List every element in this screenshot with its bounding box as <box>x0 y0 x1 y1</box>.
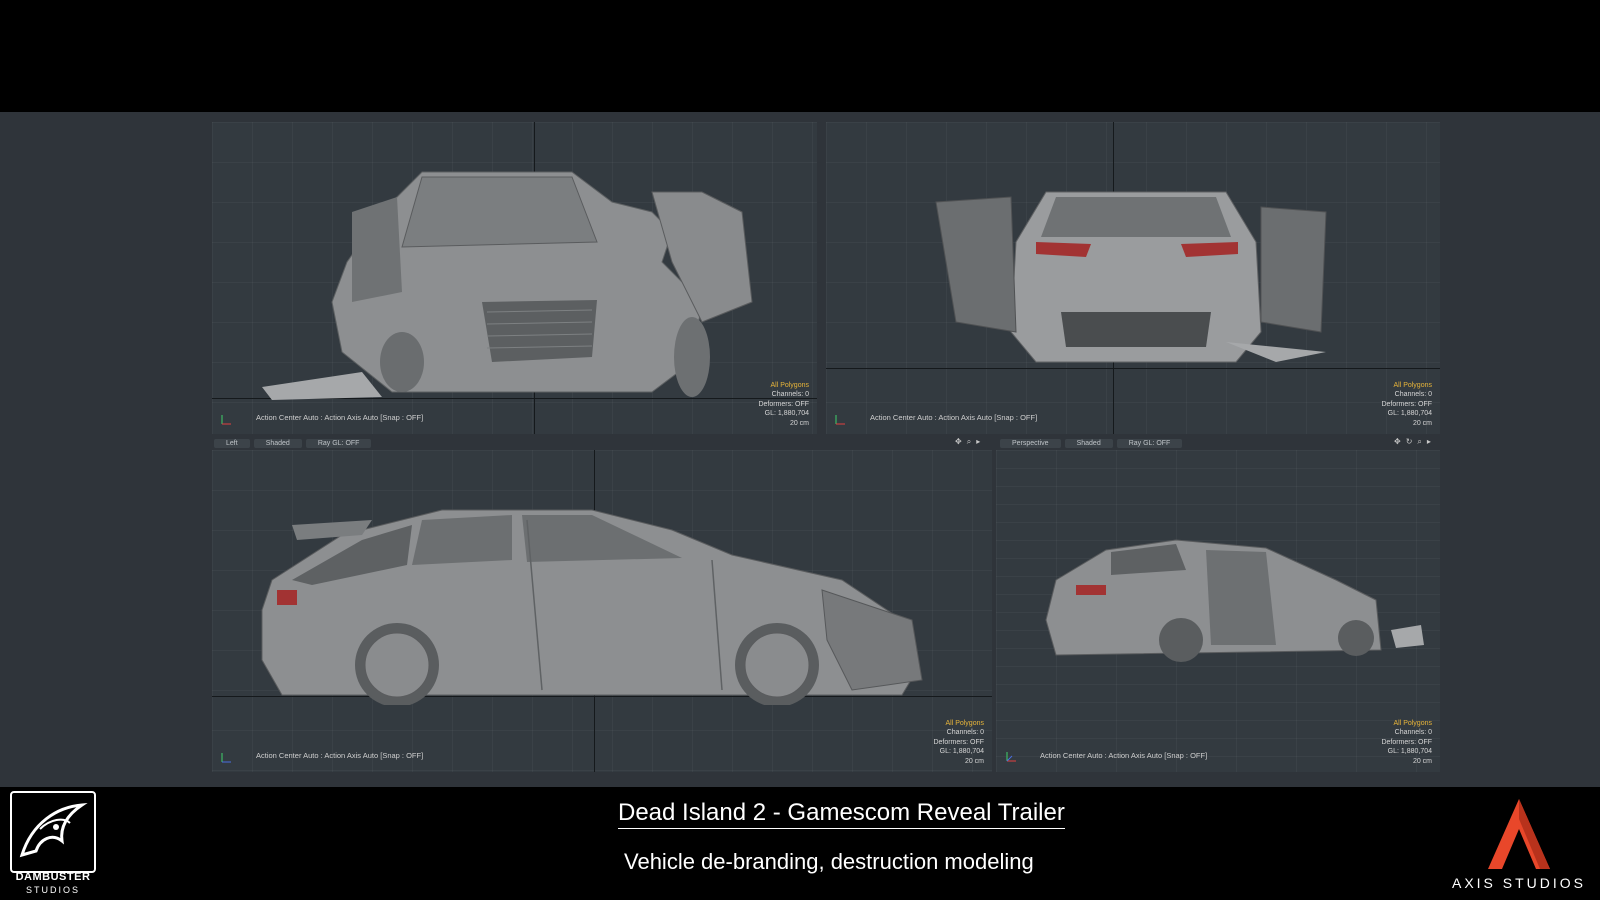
rotate-icon[interactable]: ↻ <box>1406 437 1413 447</box>
axis-gizmo-icon <box>1006 752 1016 762</box>
ray-gl-tab[interactable]: Ray GL: OFF <box>1116 438 1183 448</box>
axis-gizmo-icon <box>221 415 231 425</box>
car-perspective-model <box>1045 539 1424 662</box>
zoom-icon[interactable]: ⌕ <box>1417 437 1421 447</box>
viewport-hud: All Polygons Channels: 0 Deformers: OFF … <box>1381 381 1432 429</box>
more-arrow-icon[interactable]: ▸ <box>1427 437 1431 447</box>
action-center-status: Action Center Auto : Action Axis Auto [S… <box>1040 751 1208 760</box>
hud-scale: 20 cm <box>964 757 984 765</box>
viewport-perspective-toolbar: Perspective Shaded Ray GL: OFF <box>1000 438 1183 448</box>
dambuster-emblem <box>10 791 96 873</box>
view-type-tab[interactable]: Left <box>214 438 250 448</box>
hud-gl: GL: 1,880,704 <box>939 748 984 755</box>
viewport-left[interactable]: All Polygons Channels: 0 Deformers: OFF … <box>212 450 992 772</box>
view-type-tab[interactable]: Perspective <box>1000 438 1061 448</box>
action-center-status: Action Center Auto : Action Axis Auto [S… <box>256 751 424 760</box>
shading-tab[interactable]: Shaded <box>1064 438 1113 448</box>
caption-bar: DAMBUSTER STUDIOS Dead Island 2 - Gamesc… <box>0 787 1600 900</box>
hud-deformers: Deformers: OFF <box>933 738 984 746</box>
caption-title: Dead Island 2 - Gamescom Reveal Trailer <box>618 799 1065 829</box>
hud-scale: 20 cm <box>1412 419 1432 427</box>
viewport-left-toolbar: Left Shaded Ray GL: OFF <box>214 438 372 448</box>
axis-studios-text: AXIS STUDIOS <box>1451 875 1587 891</box>
viewport-hud: All Polygons Channels: 0 Deformers: OFF … <box>758 381 809 429</box>
hud-mode: All Polygons <box>945 719 984 727</box>
hud-deformers: Deformers: OFF <box>758 400 809 408</box>
pan-icon[interactable]: ✥ <box>1394 437 1401 447</box>
viewport-left-nav-icons: ✥ ⌕ ▸ <box>955 437 980 447</box>
car-side-model <box>261 509 923 705</box>
axis-gizmo-icon <box>221 753 231 763</box>
zoom-icon[interactable]: ⌕ <box>967 437 971 447</box>
dambuster-logo: DAMBUSTER STUDIOS <box>10 791 96 897</box>
viewport-back[interactable]: All Polygons Channels: 0 Deformers: OFF … <box>826 122 1440 434</box>
hud-channels: Channels: 0 <box>946 729 984 736</box>
action-center-status: Action Center Auto : Action Axis Auto [S… <box>256 413 424 422</box>
dambuster-logo-line2: STUDIOS <box>25 885 80 895</box>
hud-channels: Channels: 0 <box>1394 391 1432 398</box>
axis-gizmo-icon <box>835 415 845 425</box>
hud-mode: All Polygons <box>1393 719 1432 727</box>
hud-gl: GL: 1,880,704 <box>1387 748 1432 755</box>
viewport-hud: All Polygons Channels: 0 Deformers: OFF … <box>933 719 984 767</box>
viewport-perspective[interactable]: All Polygons Channels: 0 Deformers: OFF … <box>996 450 1440 772</box>
modeling-workspace: All Polygons Channels: 0 Deformers: OFF … <box>0 112 1600 787</box>
axis-a-icon <box>1488 799 1550 869</box>
hud-deformers: Deformers: OFF <box>1381 400 1432 408</box>
hud-deformers: Deformers: OFF <box>1381 738 1432 746</box>
hud-channels: Channels: 0 <box>1394 729 1432 736</box>
hud-mode: All Polygons <box>770 381 809 389</box>
axis-studios-logo: AXIS STUDIOS <box>1448 795 1590 895</box>
shading-tab[interactable]: Shaded <box>253 438 302 448</box>
ray-gl-tab[interactable]: Ray GL: OFF <box>305 438 372 448</box>
hud-scale: 20 cm <box>1412 757 1432 765</box>
viewport-hud: All Polygons Channels: 0 Deformers: OFF … <box>1381 719 1432 767</box>
dambuster-emblem-icon <box>19 803 88 858</box>
pan-icon[interactable]: ✥ <box>955 437 962 447</box>
top-letterbox <box>0 0 1600 112</box>
car-front-model <box>262 171 753 400</box>
action-center-status: Action Center Auto : Action Axis Auto [S… <box>870 413 1038 422</box>
caption-subtitle: Vehicle de-branding, destruction modelin… <box>624 849 1034 874</box>
car-back-model <box>935 191 1327 363</box>
hud-mode: All Polygons <box>1393 381 1432 389</box>
more-arrow-icon[interactable]: ▸ <box>976 437 980 447</box>
viewport-front[interactable]: All Polygons Channels: 0 Deformers: OFF … <box>212 122 817 434</box>
hud-channels: Channels: 0 <box>771 391 809 398</box>
hud-gl: GL: 1,880,704 <box>764 410 809 417</box>
hud-gl: GL: 1,880,704 <box>1387 410 1432 417</box>
dambuster-logo-line1: DAMBUSTER <box>15 871 91 883</box>
viewport-perspective-nav-icons: ✥ ↻ ⌕ ▸ <box>1394 437 1431 447</box>
hud-scale: 20 cm <box>789 419 809 427</box>
